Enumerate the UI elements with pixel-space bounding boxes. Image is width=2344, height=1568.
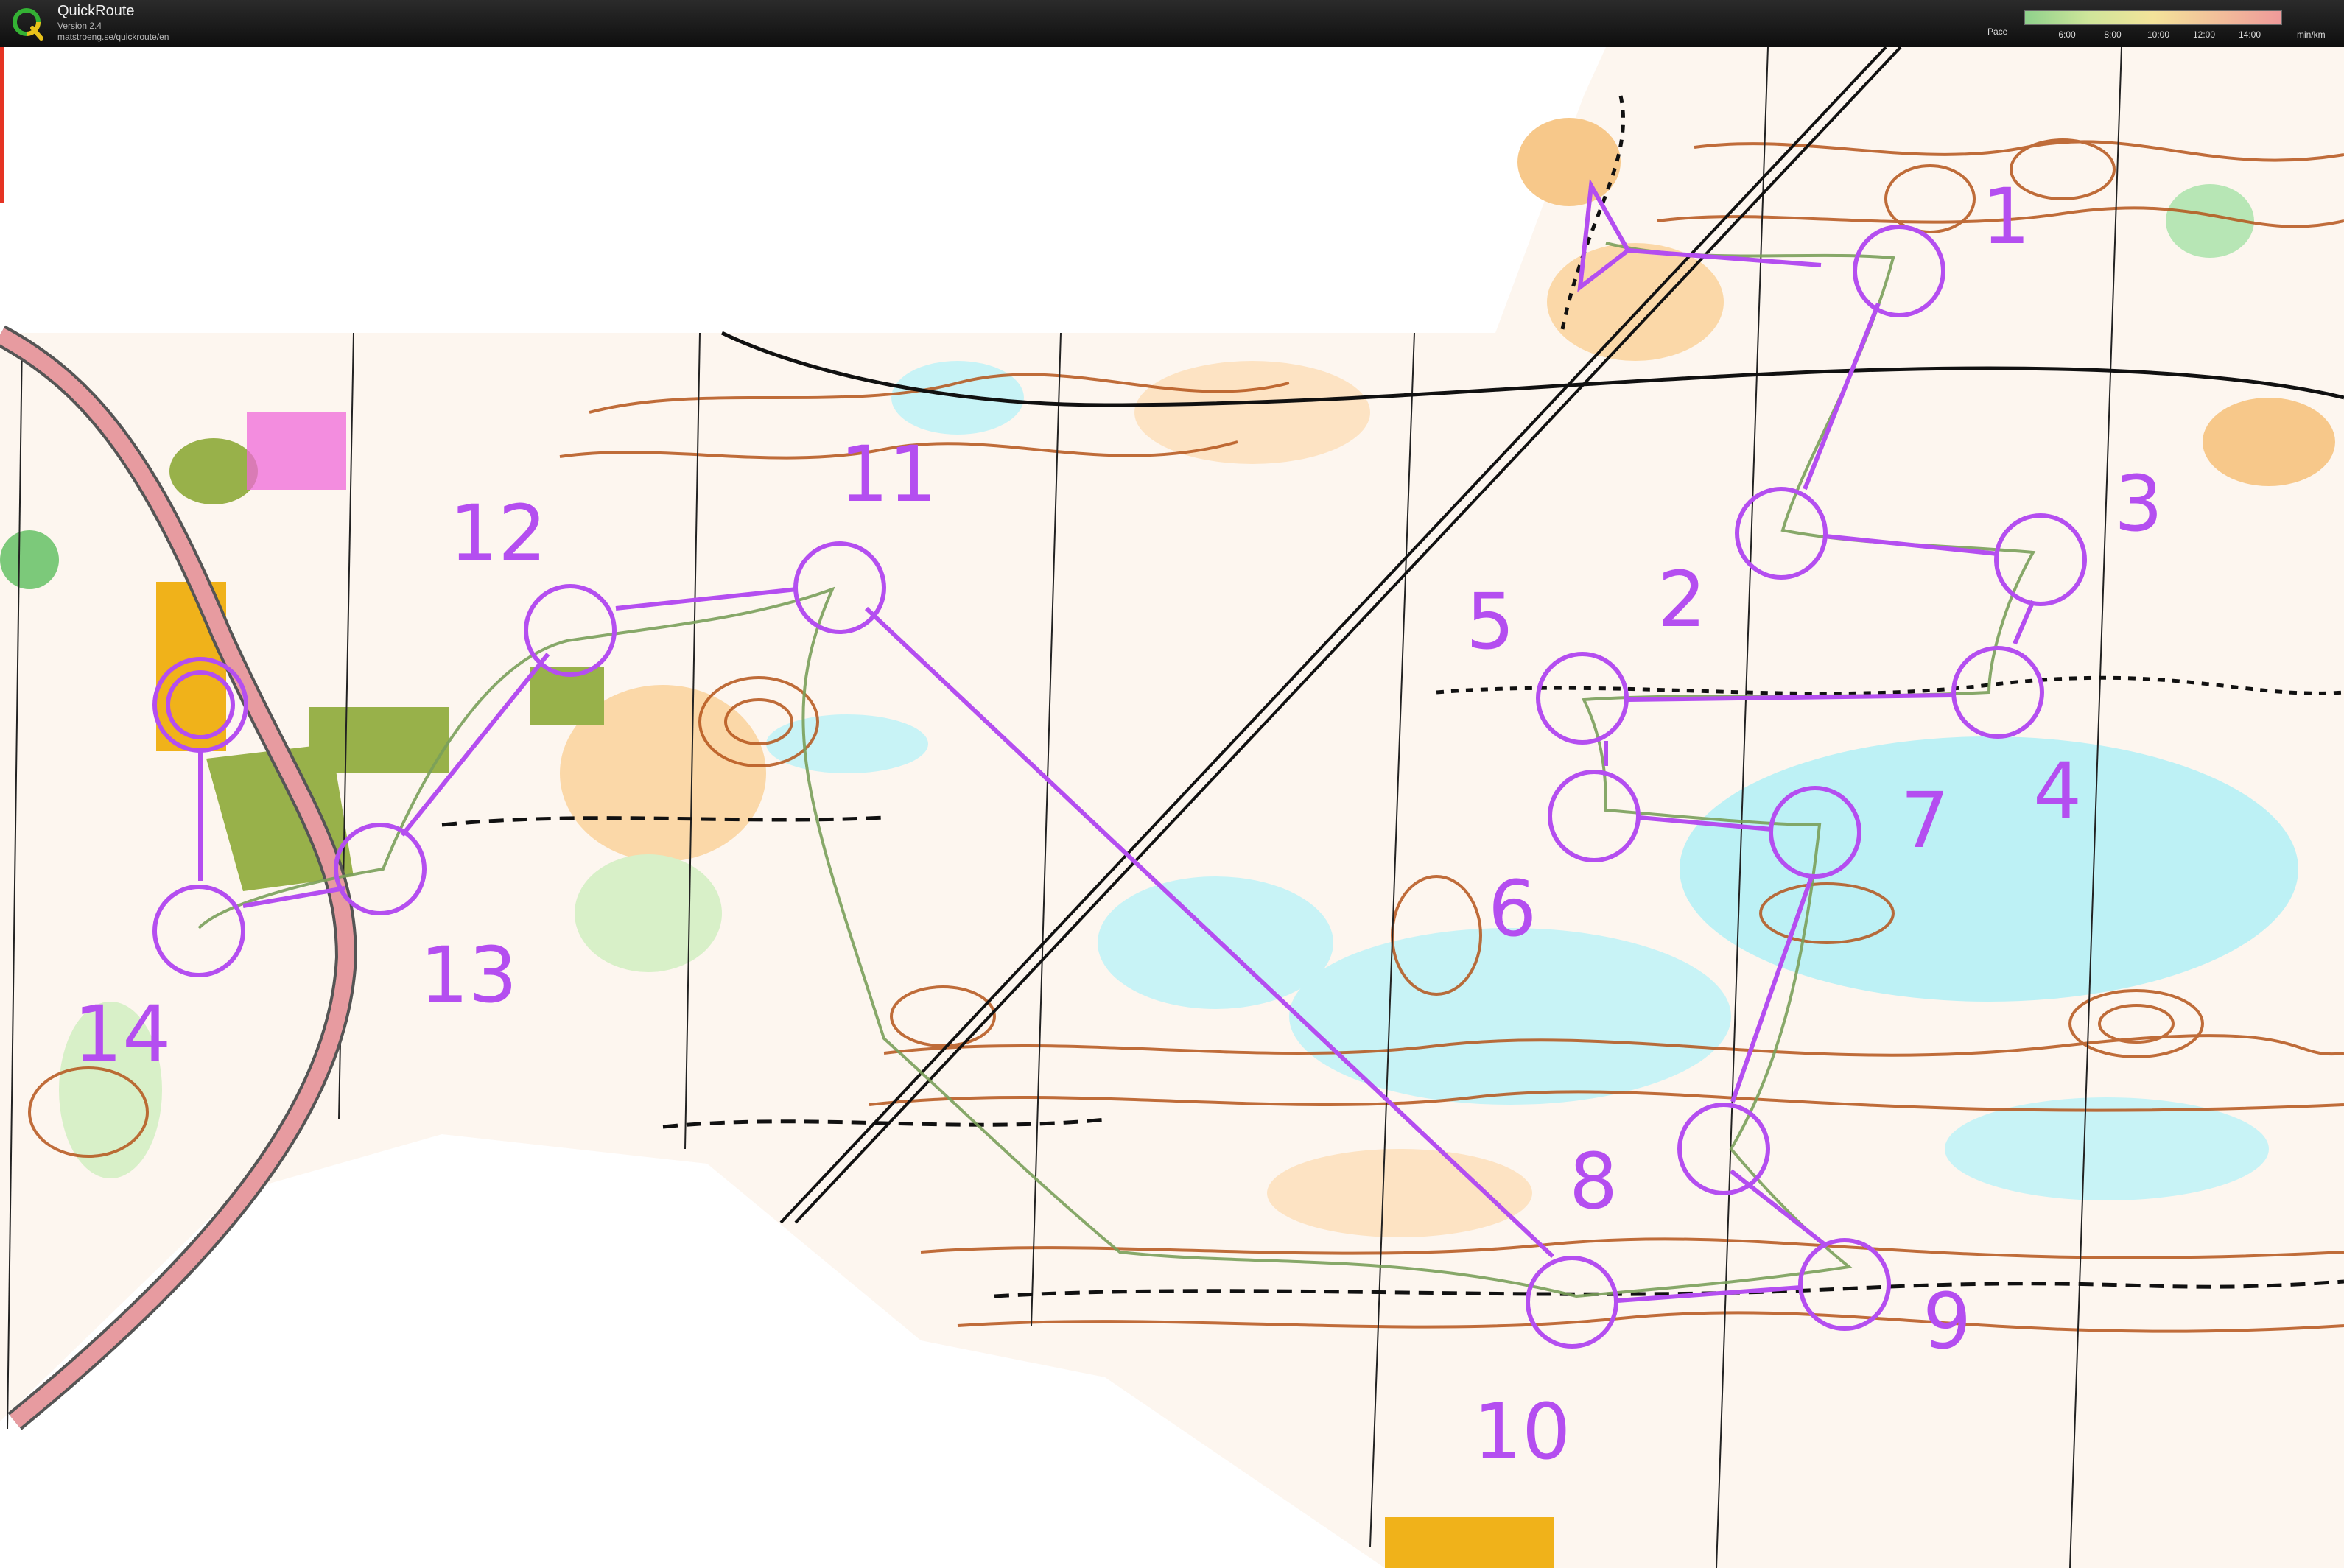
control-number-9: 9 [1923,1276,1971,1366]
control-number-4: 4 [2033,746,2082,836]
pace-unit: min/km [2297,29,2326,40]
open-land [1134,361,1370,464]
marsh-area [891,361,1024,435]
pace-legend: Pace 6:00 8:00 10:00 12:00 14:00 min/km [1987,10,2326,40]
open-land [2203,398,2335,486]
app-version: Version 2.4 [57,21,102,31]
app-title: QuickRoute [57,3,135,19]
marsh-area [1098,876,1333,1009]
marsh-area [1680,736,2298,1002]
control-number-7: 7 [1901,776,1949,865]
pace-tick: 6:00 [2058,29,2076,40]
pace-label: Pace [1987,27,2008,37]
pace-tick: 12:00 [2192,29,2216,40]
app-url: matstroeng.se/quickroute/en [57,32,169,42]
control-number-5: 5 [1466,577,1515,667]
control-number-6: 6 [1488,864,1537,954]
control-number-3: 3 [2114,459,2163,549]
open-land [1267,1149,1532,1237]
control-number-8: 8 [1569,1136,1618,1226]
orienteering-map[interactable]: 1 2 3 4 5 6 7 8 9 10 11 12 13 14 [0,47,2344,1568]
pace-tick: 10:00 [2147,29,2170,40]
control-number-1: 1 [1982,172,2030,261]
title-bar: QuickRoute Version 2.4 matstroeng.se/qui… [0,0,2344,47]
control-number-11: 11 [840,429,937,519]
open-land [1547,243,1724,361]
quickroute-logo-icon [13,8,43,41]
green-forest [0,530,59,589]
green-forest [575,854,722,972]
control-number-10: 10 [1473,1387,1571,1477]
pace-tick: 8:00 [2104,29,2122,40]
control-number-14: 14 [74,989,171,1079]
vegetation [169,438,258,504]
field [1385,1517,1554,1568]
marsh-area [1945,1097,2269,1200]
control-number-13: 13 [420,930,517,1020]
pace-gradient-bar [2024,10,2282,25]
restricted-area [247,412,346,490]
control-number-2: 2 [1657,555,1706,644]
marsh-area [1289,928,1731,1105]
vegetation [309,707,449,773]
control-number-12: 12 [449,488,547,578]
open-land [1517,118,1621,206]
pace-tick: 14:00 [2238,29,2261,40]
